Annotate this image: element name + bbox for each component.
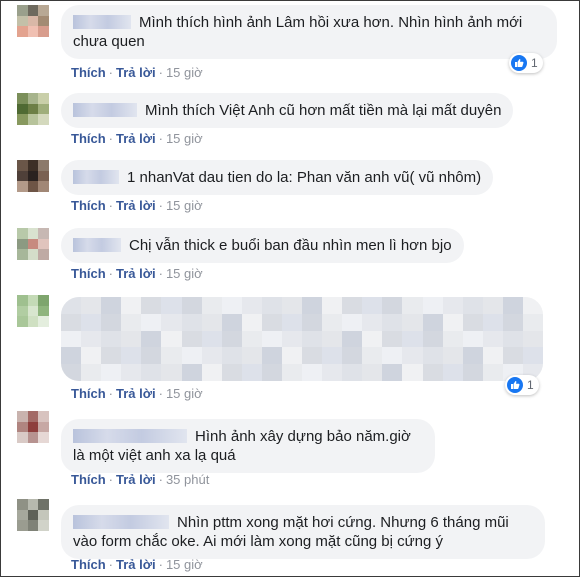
- comment-time[interactable]: 15 giờ: [166, 557, 203, 572]
- reply-button[interactable]: Trả lời: [116, 557, 156, 572]
- avatar[interactable]: [17, 93, 49, 125]
- like-button[interactable]: Thích: [71, 386, 106, 401]
- reply-button[interactable]: Trả lời: [116, 266, 156, 281]
- blurred-author-name[interactable]: [73, 238, 121, 252]
- reply-button[interactable]: Trả lời: [116, 65, 156, 80]
- comment-actions: Thích · Trả lời · 15 giờ: [71, 198, 203, 213]
- avatar[interactable]: [17, 5, 49, 37]
- comment-bubble: Mình thích hình ảnh Lâm hồi xưa hơn. Nhì…: [61, 5, 557, 59]
- like-button[interactable]: Thích: [71, 557, 106, 572]
- comment-bubble: Mình thích Việt Anh cũ hơn mất tiền mà l…: [61, 93, 514, 128]
- comment-text: 1 nhanVat dau tien do la: Phan văn anh v…: [127, 169, 482, 186]
- reaction-count[interactable]: 1: [509, 53, 543, 73]
- comment-actions: Thích · Trả lời · 15 giờ: [71, 131, 203, 146]
- comment-actions: Thích · Trả lời · 35 phút: [71, 472, 210, 487]
- blurred-author-name[interactable]: [73, 170, 119, 184]
- reply-button[interactable]: Trả lời: [116, 198, 156, 213]
- like-button[interactable]: Thích: [71, 266, 106, 281]
- blurred-author-name[interactable]: [73, 515, 169, 529]
- blurred-author-name[interactable]: [73, 103, 137, 117]
- comment-bubble: Hình ảnh xây dựng bảo năm.giờ là một việ…: [61, 419, 435, 473]
- reaction-number: 1: [527, 378, 534, 392]
- like-button[interactable]: Thích: [71, 131, 106, 146]
- comment-bubble: 1 nhanVat dau tien do la: Phan văn anh v…: [61, 160, 494, 195]
- reaction-count[interactable]: 1: [505, 375, 539, 395]
- comment-bubble: Chị vẫn thick e buổi ban đầu nhìn men lì…: [61, 228, 464, 263]
- avatar[interactable]: [17, 228, 49, 260]
- comment-time[interactable]: 15 giờ: [166, 266, 203, 281]
- reply-button[interactable]: Trả lời: [116, 472, 156, 487]
- avatar[interactable]: [17, 160, 49, 192]
- comment-actions: Thích · Trả lời · 15 giờ: [71, 386, 203, 401]
- reply-button[interactable]: Trả lời: [116, 386, 156, 401]
- blurred-author-name[interactable]: [73, 15, 131, 29]
- comment-actions: Thích · Trả lời · 15 giờ: [71, 266, 203, 281]
- avatar[interactable]: [17, 499, 49, 531]
- comment-time[interactable]: 15 giờ: [166, 65, 203, 80]
- like-button[interactable]: Thích: [71, 65, 106, 80]
- comment-list: Mình thích hình ảnh Lâm hồi xưa hơn. Nhì…: [0, 0, 580, 577]
- comment-text: Mình thích Việt Anh cũ hơn mất tiền mà l…: [145, 102, 502, 119]
- blurred-comment-bubble: [61, 297, 543, 381]
- comment-time[interactable]: 35 phút: [166, 472, 209, 487]
- blurred-author-name[interactable]: [73, 429, 187, 443]
- comment-time[interactable]: 15 giờ: [166, 131, 203, 146]
- comment-bubble: Nhìn pttm xong mặt hơi cứng. Nhưng 6 thá…: [61, 505, 545, 559]
- comment-time[interactable]: 15 giờ: [166, 386, 203, 401]
- like-button[interactable]: Thích: [71, 198, 106, 213]
- like-reaction-icon: [507, 377, 523, 393]
- reaction-number: 1: [531, 56, 538, 70]
- comment-text: Mình thích hình ảnh Lâm hồi xưa hơn. Nhì…: [73, 14, 523, 50]
- reply-button[interactable]: Trả lời: [116, 131, 156, 146]
- like-button[interactable]: Thích: [71, 472, 106, 487]
- comment-actions: Thích · Trả lời · 15 giờ: [71, 65, 203, 80]
- avatar[interactable]: [17, 295, 49, 327]
- comment-actions: Thích · Trả lời · 15 giờ: [71, 557, 203, 572]
- comment-time[interactable]: 15 giờ: [166, 198, 203, 213]
- comment-text: Chị vẫn thick e buổi ban đầu nhìn men lì…: [129, 237, 452, 254]
- like-reaction-icon: [511, 55, 527, 71]
- avatar[interactable]: [17, 411, 49, 443]
